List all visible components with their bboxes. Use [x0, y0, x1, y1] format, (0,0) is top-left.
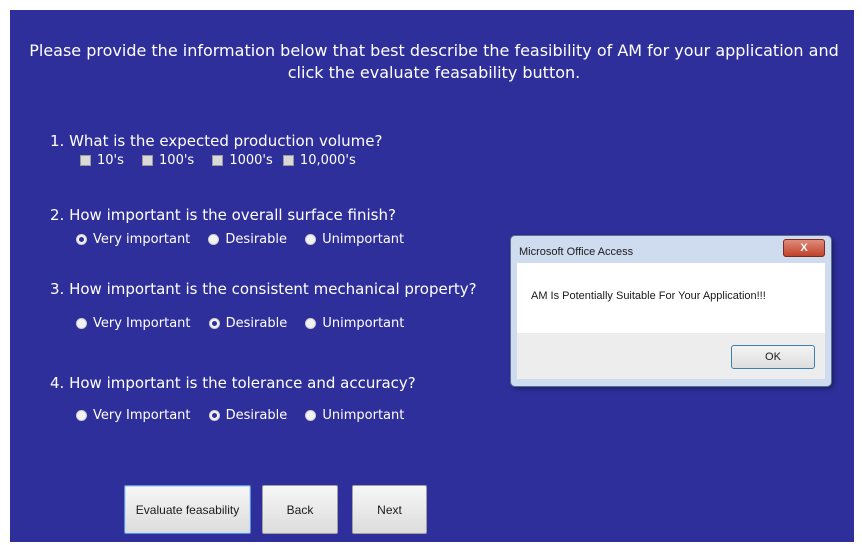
message-dialog: Microsoft Office Access X AM Is Potentia… [510, 235, 832, 387]
question-3-label: 3. How important is the consistent mecha… [50, 280, 477, 298]
radio-unselected[interactable] [76, 318, 87, 329]
question-4-label: 4. How important is the tolerance and ac… [50, 374, 416, 392]
checkbox-label: 10,000's [299, 153, 356, 168]
radio-unimportant[interactable]: Unimportant [305, 408, 404, 423]
ok-button[interactable]: OK [731, 345, 815, 369]
radio-label: Unimportant [322, 408, 405, 423]
production-volume-options: 10's 100's 1000's 10,000's [80, 153, 370, 170]
radio-very-important[interactable]: Very Important [76, 408, 191, 423]
radio-selected[interactable] [208, 410, 220, 421]
question-2-label: 2. How important is the overall surface … [50, 206, 396, 224]
radio-label: Very Important [93, 408, 191, 423]
checkbox-label: 1000's [229, 153, 273, 168]
radio-selected[interactable] [76, 234, 87, 245]
dialog-footer: OK [517, 333, 825, 379]
radio-label: Unimportant [322, 232, 405, 247]
checkbox-label: 100's [159, 153, 195, 168]
radio-unimportant[interactable]: Unimportant [305, 232, 404, 247]
radio-very-important[interactable]: Very Important [76, 316, 191, 331]
checkbox-box[interactable] [142, 155, 154, 166]
radio-unselected[interactable] [305, 410, 317, 421]
radio-unselected[interactable] [305, 318, 317, 329]
back-button[interactable]: Back [262, 485, 338, 534]
checkbox-10000s[interactable]: 10,000's [282, 153, 356, 168]
checkbox-box[interactable] [80, 155, 91, 166]
radio-label: Unimportant [322, 316, 405, 331]
checkbox-10s[interactable]: 10's [80, 153, 124, 168]
radio-unimportant[interactable]: Unimportant [305, 316, 404, 331]
radio-unselected[interactable] [208, 234, 220, 245]
question-1-label: 1. What is the expected production volum… [50, 132, 383, 150]
radio-label: Desirable [225, 408, 288, 423]
close-icon[interactable]: X [783, 239, 825, 257]
radio-very-important[interactable]: Very important [76, 232, 190, 247]
checkbox-box[interactable] [212, 155, 224, 166]
radio-label: Very important [93, 232, 191, 247]
radio-selected[interactable] [208, 318, 220, 329]
intro-text: Please provide the information below tha… [29, 41, 839, 82]
radio-desirable[interactable]: Desirable [208, 408, 288, 423]
next-button[interactable]: Next [352, 485, 427, 534]
radio-desirable[interactable]: Desirable [208, 232, 287, 247]
radio-label: Very Important [93, 316, 191, 331]
tolerance-options: Very Important Desirable Unimportant [76, 408, 418, 425]
dialog-title: Microsoft Office Access [519, 246, 634, 258]
surface-finish-options: Very important Desirable Unimportant [76, 232, 418, 249]
radio-unselected[interactable] [305, 234, 317, 245]
evaluate-feasibility-button[interactable]: Evaluate feasability [124, 485, 251, 534]
checkbox-100s[interactable]: 100's [142, 153, 194, 168]
radio-label: Desirable [225, 316, 288, 331]
checkbox-label: 10's [97, 153, 124, 168]
checkbox-box[interactable] [282, 155, 294, 166]
radio-desirable[interactable]: Desirable [208, 316, 288, 331]
dialog-body: AM Is Potentially Suitable For Your Appl… [517, 263, 825, 333]
mechanical-property-options: Very Important Desirable Unimportant [76, 316, 418, 333]
radio-label: Desirable [225, 232, 287, 247]
radio-unselected[interactable] [76, 410, 87, 421]
dialog-message: AM Is Potentially Suitable For Your Appl… [531, 290, 766, 302]
checkbox-1000s[interactable]: 1000's [212, 153, 273, 168]
